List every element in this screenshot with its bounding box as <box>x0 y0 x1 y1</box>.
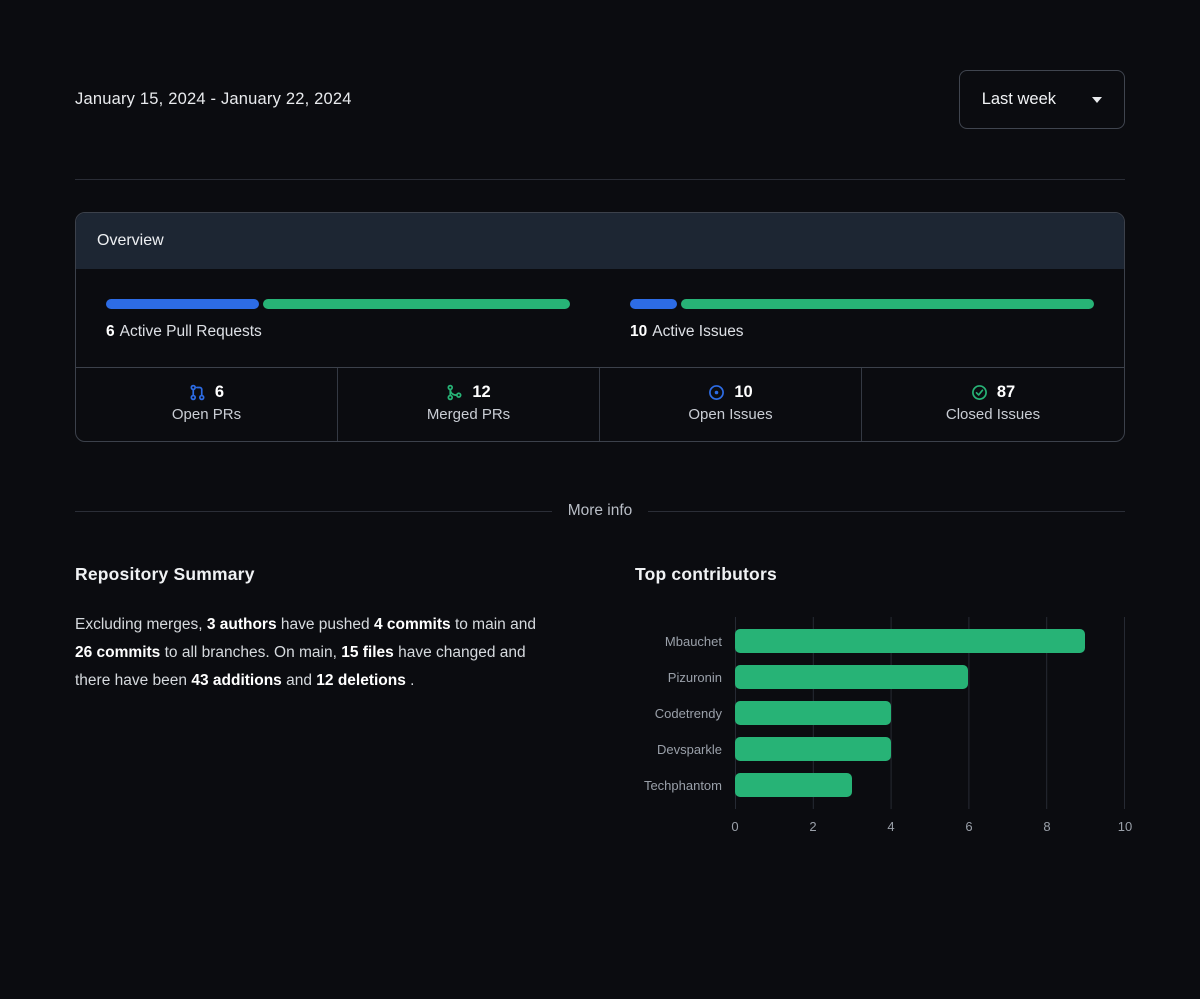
chart-category-label: Techphantom <box>643 777 722 793</box>
repository-summary-title: Repository Summary <box>75 564 255 584</box>
progress-section: 6 Active Pull Requests 10 Active Issues <box>76 269 1124 367</box>
top-contributors-chart: Mbauchet Pizuronin Codetrendy Devsparkle Tec… <box>635 617 1132 841</box>
git-pull-request-icon <box>189 384 206 401</box>
stat-open-prs-value: 6 <box>214 383 225 401</box>
chart-bar <box>735 629 1086 653</box>
active-prs-text: Active Pull Requests <box>119 323 262 340</box>
chart-x-tick-label: 6 <box>965 819 973 834</box>
chart-bar-row <box>735 767 1124 803</box>
chart-labels: Mbauchet Pizuronin Codetrendy Devsparkle Tec… <box>635 623 735 841</box>
summary-highlight: 4 commits <box>373 616 451 633</box>
active-prs-count: 6 <box>106 323 115 340</box>
stat-merged-prs: 12 Merged PRs <box>338 368 600 441</box>
active-issues-block: 10 Active Issues <box>630 299 1094 341</box>
chart-category-label: Devsparkle <box>656 741 722 757</box>
more-info-label: More info <box>567 502 633 519</box>
chart-x-axis: 0 2 4 6 8 10 <box>731 819 1132 841</box>
overview-card: Overview 6 Active Pull Requests 10 Active … <box>75 212 1125 442</box>
repository-summary-section: Repository Summary Excluding merges, 3 a… <box>75 564 565 841</box>
chart-x-tick-label: 0 <box>731 819 739 834</box>
summary-text-part: . <box>405 672 415 690</box>
chart-x-tick-label: 8 <box>1043 819 1051 834</box>
lower-section: Repository Summary Excluding merges, 3 a… <box>75 564 1132 841</box>
summary-highlight: 12 deletions <box>316 672 406 690</box>
active-prs-open-segment <box>106 299 260 309</box>
chart-plot <box>735 617 1125 809</box>
chart-bar <box>735 737 891 761</box>
date-range-label: January 15, 2024 - January 22, 2024 <box>75 90 352 108</box>
active-prs-block: 6 Active Pull Requests <box>106 299 570 341</box>
stat-closed-issues-label: Closed Issues <box>945 406 1041 423</box>
chart-bar-row <box>735 659 1124 695</box>
chart-bar <box>735 773 852 797</box>
stat-closed-issues-value: 87 <box>996 383 1016 401</box>
overview-card-title: Overview <box>76 213 1124 269</box>
stat-open-issues-value: 10 <box>734 383 753 401</box>
active-issues-label: 10 Active Issues <box>630 323 1094 341</box>
period-select-value: Last week <box>981 90 1056 108</box>
issue-closed-icon <box>971 384 988 401</box>
chart-bar <box>735 701 891 725</box>
chart-plot-area: 0 2 4 6 8 10 <box>731 617 1132 841</box>
top-bar: January 15, 2024 - January 22, 2024 Last… <box>75 70 1125 129</box>
chevron-down-icon <box>1092 96 1102 103</box>
summary-text-part: have pushed <box>276 616 374 633</box>
active-issues-closed-segment <box>681 299 1094 309</box>
stat-closed-issues: 87 Closed Issues <box>862 368 1124 441</box>
chart-x-tick-label: 10 <box>1117 819 1133 834</box>
active-issues-progress-bar <box>630 299 1094 309</box>
active-prs-label: 6 Active Pull Requests <box>106 323 570 341</box>
summary-text-part: to all branches. On main, <box>160 644 342 662</box>
stat-merged-prs-value: 12 <box>472 383 491 401</box>
active-issues-text: Active Issues <box>652 323 744 340</box>
stat-open-prs-label: Open PRs <box>171 406 242 423</box>
chart-bars <box>735 623 1124 803</box>
divider-line-right <box>648 510 1125 512</box>
active-prs-merged-segment <box>263 299 570 309</box>
active-issues-open-segment <box>630 299 678 309</box>
chart-bar-row <box>735 731 1124 767</box>
summary-highlight: 26 commits <box>75 644 161 662</box>
issue-open-icon <box>708 384 725 401</box>
summary-text-part: to main and <box>450 616 536 633</box>
chart-x-tick-label: 4 <box>887 819 895 834</box>
stat-merged-prs-label: Merged PRs <box>426 406 511 423</box>
active-issues-count: 10 <box>630 323 648 340</box>
summary-highlight: 43 additions <box>191 672 282 690</box>
stat-open-issues: 10 Open Issues <box>600 368 862 441</box>
chart-bar-row <box>735 623 1124 659</box>
repository-summary-text: Excluding merges, 3 authors have pushed … <box>75 611 555 696</box>
summary-text-part: and <box>281 672 317 690</box>
chart-bar <box>735 665 969 689</box>
chart-category-label: Mbauchet <box>664 633 722 649</box>
summary-highlight: 3 authors <box>206 616 277 633</box>
dashboard-page: January 15, 2024 - January 22, 2024 Last… <box>0 70 1200 841</box>
more-info-divider: More info <box>75 502 1125 520</box>
chart-category-label: Pizuronin <box>667 669 722 685</box>
chart-category-label: Codetrendy <box>654 705 722 721</box>
chart-bar-row <box>735 695 1124 731</box>
summary-text-part: Excluding merges, <box>75 616 207 633</box>
top-divider <box>75 179 1125 180</box>
top-contributors-section: Top contributors Mbauchet Pizuronin Codetr… <box>635 564 1132 841</box>
divider-line-left <box>75 510 552 512</box>
stat-open-prs: 6 Open PRs <box>76 368 338 441</box>
git-merge-icon <box>446 384 463 401</box>
period-select-dropdown[interactable]: Last week <box>958 70 1125 129</box>
stats-row: 6 Open PRs 12 Merged PRs 10 Open Issues … <box>76 367 1124 441</box>
top-contributors-title: Top contributors <box>635 564 777 584</box>
chart-x-tick-label: 2 <box>809 819 817 834</box>
stat-open-issues-label: Open Issues <box>688 406 773 423</box>
summary-highlight: 15 files <box>341 644 394 662</box>
active-prs-progress-bar <box>106 299 570 309</box>
